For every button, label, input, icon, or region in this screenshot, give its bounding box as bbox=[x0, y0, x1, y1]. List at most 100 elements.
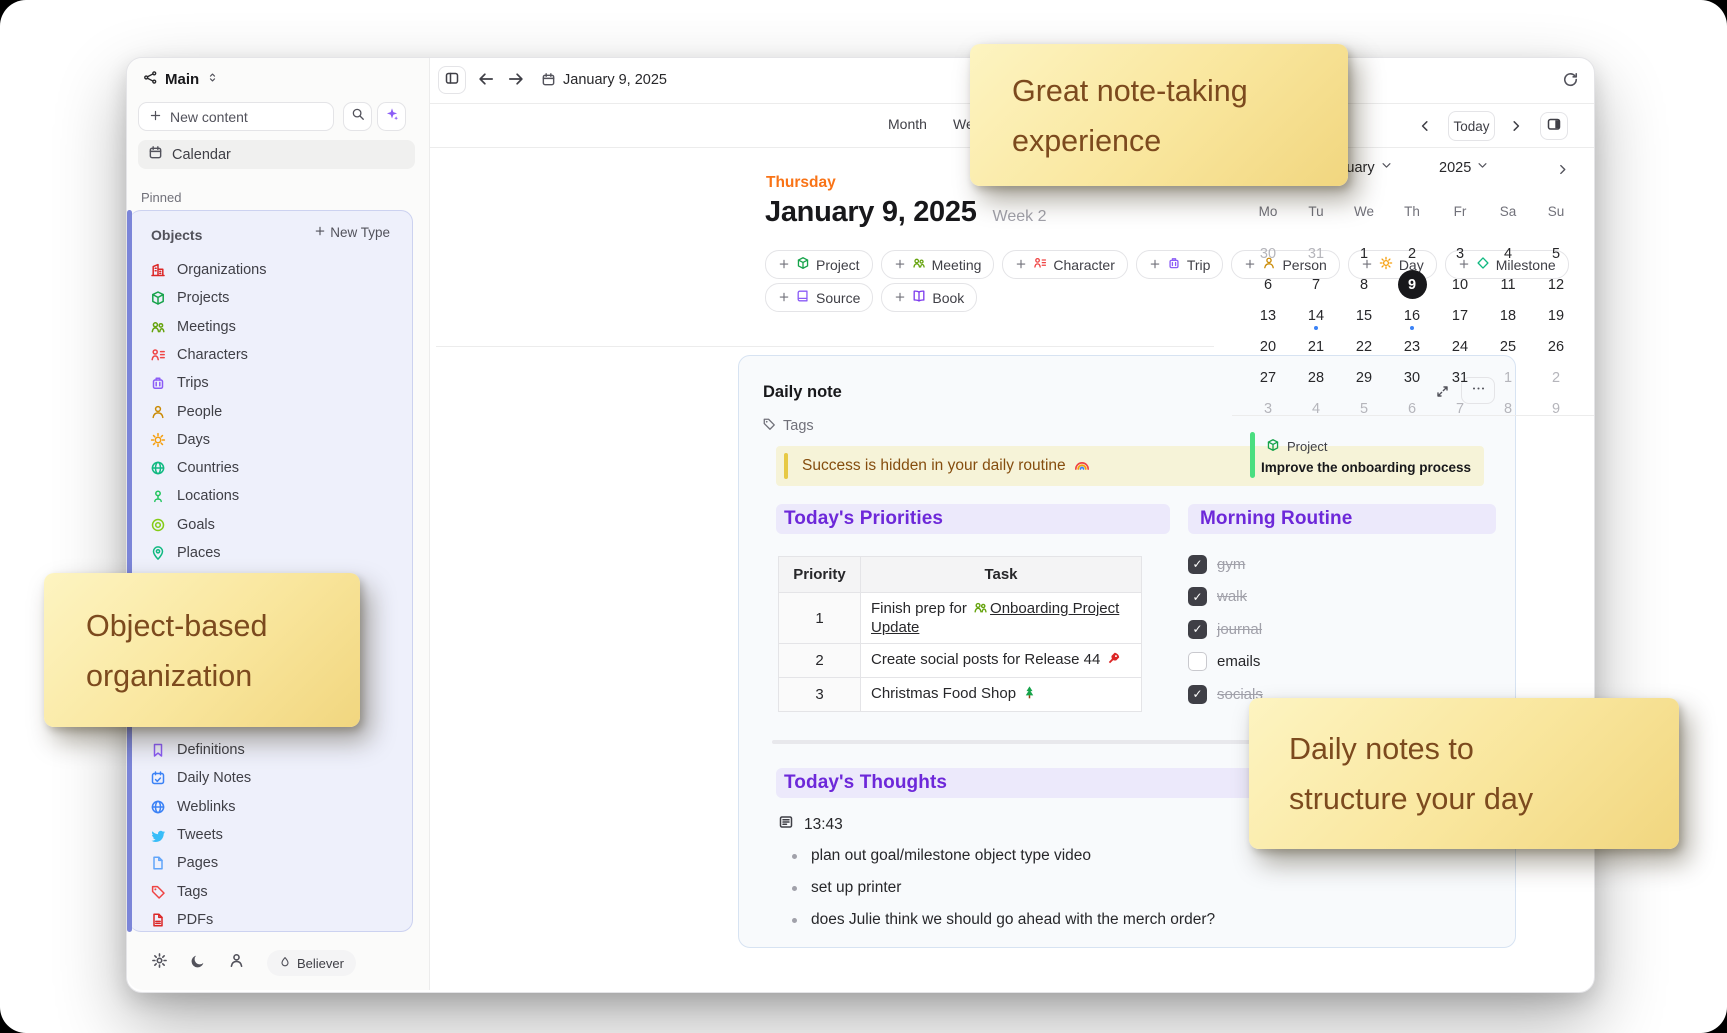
tab-month[interactable]: Month bbox=[888, 116, 927, 132]
settings-gear-icon[interactable] bbox=[151, 952, 168, 974]
calendar-day[interactable]: 3 bbox=[1436, 238, 1484, 269]
add-trip-chip[interactable]: Trip bbox=[1136, 250, 1224, 279]
calendar-day[interactable]: 25 bbox=[1484, 331, 1532, 362]
calendar-day[interactable]: 1 bbox=[1484, 362, 1532, 393]
task-cell: Christmas Food Shop bbox=[861, 678, 1142, 712]
calendar-day[interactable]: 9 bbox=[1532, 393, 1580, 424]
calendar-day[interactable]: 7 bbox=[1436, 393, 1484, 424]
calendar-day[interactable]: 14 bbox=[1292, 300, 1340, 331]
calendar-day[interactable]: 8 bbox=[1340, 269, 1388, 300]
sidebar-item-projects[interactable]: Projects bbox=[149, 287, 229, 309]
workspace-switcher[interactable]: Main bbox=[143, 70, 219, 89]
calendar-day[interactable]: 16 bbox=[1388, 300, 1436, 331]
add-meeting-chip[interactable]: Meeting bbox=[881, 250, 995, 279]
plan-badge[interactable]: Believer bbox=[267, 950, 356, 976]
calendar-day[interactable]: 17 bbox=[1436, 300, 1484, 331]
panel-left-icon bbox=[444, 70, 460, 91]
next-month-button[interactable] bbox=[1555, 162, 1570, 182]
toggle-sidebar-button[interactable] bbox=[438, 66, 466, 94]
forward-button[interactable] bbox=[507, 70, 525, 93]
calendar-day[interactable]: 1 bbox=[1340, 238, 1388, 269]
calendar-day[interactable]: 21 bbox=[1292, 331, 1340, 362]
calendar-day[interactable]: 6 bbox=[1388, 393, 1436, 424]
calendar-day[interactable]: 18 bbox=[1484, 300, 1532, 331]
calendar-day[interactable]: 23 bbox=[1388, 331, 1436, 362]
calendar-day[interactable]: 24 bbox=[1436, 331, 1484, 362]
ai-assistant-button[interactable] bbox=[377, 102, 406, 131]
sidebar-item-pages[interactable]: Pages bbox=[149, 852, 218, 874]
tags-row[interactable]: Tags bbox=[762, 417, 814, 435]
mini-calendar: MoTuWeThFrSaSu30311234567891011121314151… bbox=[1244, 200, 1580, 424]
sidebar-item-tags[interactable]: Tags bbox=[149, 881, 208, 903]
search-button[interactable] bbox=[343, 102, 372, 131]
calendar-day[interactable]: 22 bbox=[1340, 331, 1388, 362]
checkbox[interactable]: ✓ bbox=[1188, 555, 1207, 574]
calendar-day[interactable]: 19 bbox=[1532, 300, 1580, 331]
calendar-day[interactable]: 4 bbox=[1484, 238, 1532, 269]
calendar-day[interactable]: 2 bbox=[1532, 362, 1580, 393]
sidebar-item-organizations[interactable]: Organizations bbox=[149, 259, 266, 281]
year-select[interactable]: 2025 bbox=[1439, 159, 1489, 176]
sync-button[interactable] bbox=[1562, 71, 1579, 93]
calendar-day[interactable]: 29 bbox=[1340, 362, 1388, 393]
prev-day-button[interactable] bbox=[1417, 118, 1433, 139]
project-title[interactable]: Improve the onboarding process bbox=[1261, 460, 1471, 475]
calendar-day[interactable]: 5 bbox=[1532, 238, 1580, 269]
today-button[interactable]: Today bbox=[1448, 111, 1495, 141]
add-book-chip[interactable]: Book bbox=[881, 283, 977, 312]
calendar-day[interactable]: 7 bbox=[1292, 269, 1340, 300]
sidebar-item-trips[interactable]: Trips bbox=[149, 372, 209, 394]
calendar-day[interactable]: 15 bbox=[1340, 300, 1388, 331]
calendar-day[interactable]: 12 bbox=[1532, 269, 1580, 300]
checkbox[interactable]: ✓ bbox=[1188, 587, 1207, 606]
sidebar-item-days[interactable]: Days bbox=[149, 429, 210, 451]
calendar-day[interactable]: 28 bbox=[1292, 362, 1340, 393]
section-divider bbox=[436, 346, 1214, 347]
sidebar-item-calendar[interactable]: Calendar bbox=[138, 140, 415, 169]
new-type-button[interactable]: New Type bbox=[314, 225, 390, 240]
calendar-day[interactable]: 11 bbox=[1484, 269, 1532, 300]
calendar-day[interactable]: 13 bbox=[1244, 300, 1292, 331]
sidebar-item-characters[interactable]: Characters bbox=[149, 344, 248, 366]
calendar-day[interactable]: 27 bbox=[1244, 362, 1292, 393]
calendar-day[interactable]: 20 bbox=[1244, 331, 1292, 362]
calendar-day[interactable]: 3 bbox=[1244, 393, 1292, 424]
checkbox[interactable]: ✓ bbox=[1188, 685, 1207, 704]
calendar-day[interactable]: 10 bbox=[1436, 269, 1484, 300]
add-source-chip[interactable]: Source bbox=[765, 283, 873, 312]
nav-date[interactable]: January 9, 2025 bbox=[563, 72, 667, 88]
dark-mode-moon-icon[interactable] bbox=[190, 953, 206, 974]
account-user-icon[interactable] bbox=[228, 952, 245, 974]
back-button[interactable] bbox=[477, 70, 495, 93]
calendar-day[interactable]: 30 bbox=[1244, 238, 1292, 269]
sidebar-item-definitions[interactable]: Definitions bbox=[149, 739, 245, 761]
sidebar-item-weblinks[interactable]: Weblinks bbox=[149, 796, 236, 818]
calendar-day[interactable]: 8 bbox=[1484, 393, 1532, 424]
sidebar-item-countries[interactable]: Countries bbox=[149, 457, 239, 479]
toggle-right-panel-button[interactable] bbox=[1540, 112, 1568, 140]
calendar-day[interactable]: 6 bbox=[1244, 269, 1292, 300]
sidebar-item-people[interactable]: People bbox=[149, 401, 222, 423]
calendar-day-selected[interactable]: 9 bbox=[1388, 269, 1436, 300]
sidebar-item-pdfs[interactable]: PDFs bbox=[149, 909, 213, 931]
calendar-day[interactable]: 31 bbox=[1436, 362, 1484, 393]
sidebar-item-tweets[interactable]: Tweets bbox=[149, 824, 223, 846]
sidebar-item-locations[interactable]: Locations bbox=[149, 485, 239, 507]
next-day-button[interactable] bbox=[1508, 118, 1524, 139]
task-link[interactable]: Onboarding Project Update bbox=[871, 600, 1119, 636]
calendar-day[interactable]: 4 bbox=[1292, 393, 1340, 424]
checkbox[interactable] bbox=[1188, 652, 1207, 671]
checkbox[interactable]: ✓ bbox=[1188, 620, 1207, 639]
new-content-button[interactable]: New content bbox=[138, 102, 334, 131]
calendar-day[interactable]: 2 bbox=[1388, 238, 1436, 269]
calendar-day[interactable]: 31 bbox=[1292, 238, 1340, 269]
sidebar-item-meetings[interactable]: Meetings bbox=[149, 316, 236, 338]
add-character-chip[interactable]: Character bbox=[1002, 250, 1127, 279]
calendar-day[interactable]: 30 bbox=[1388, 362, 1436, 393]
sidebar-item-goals[interactable]: Goals bbox=[149, 514, 215, 536]
add-project-chip[interactable]: Project bbox=[765, 250, 873, 279]
sidebar-item-places[interactable]: Places bbox=[149, 542, 221, 564]
calendar-day[interactable]: 26 bbox=[1532, 331, 1580, 362]
calendar-day[interactable]: 5 bbox=[1340, 393, 1388, 424]
sidebar-item-daily-notes[interactable]: Daily Notes bbox=[149, 767, 251, 789]
